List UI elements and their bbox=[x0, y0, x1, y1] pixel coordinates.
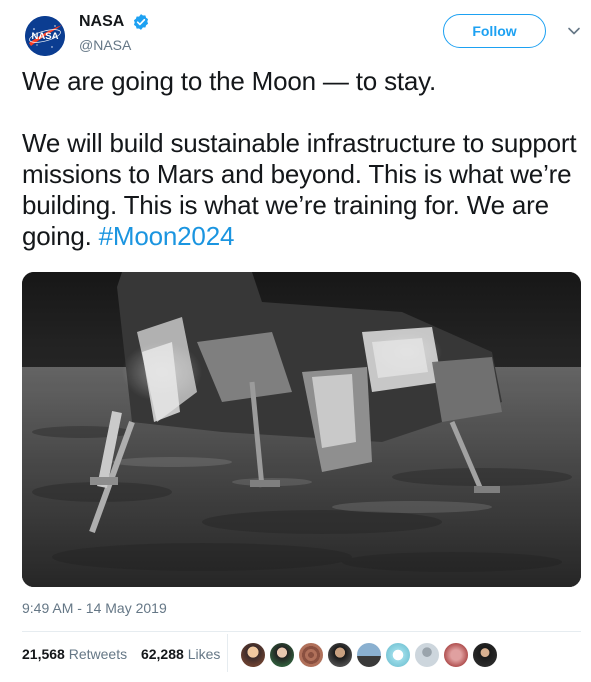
liker-avatar[interactable] bbox=[240, 642, 266, 668]
likes-label: Likes bbox=[187, 646, 221, 662]
liker-avatar[interactable] bbox=[385, 642, 411, 668]
retweets-count: 21,568 bbox=[22, 646, 65, 662]
liker-avatar[interactable] bbox=[327, 642, 353, 668]
likes-stat[interactable]: 62,288 Likes bbox=[141, 646, 220, 662]
liker-avatar[interactable] bbox=[269, 642, 295, 668]
tweet-text: We are going to the Moon — to stay. We w… bbox=[22, 66, 582, 252]
tweet-header: NASA NASA @NASA Follow bbox=[22, 12, 582, 58]
retweets-label: Retweets bbox=[68, 646, 128, 662]
follow-button[interactable]: Follow bbox=[443, 14, 546, 48]
engagement-stats: 21,568 Retweets 62,288 Likes bbox=[22, 646, 230, 662]
liker-avatar[interactable] bbox=[472, 642, 498, 668]
liker-avatar[interactable] bbox=[443, 642, 469, 668]
display-name[interactable]: NASA bbox=[79, 13, 124, 31]
user-handle[interactable]: @NASA bbox=[79, 37, 131, 53]
tweet-paragraph-2: We will build sustainable infrastructure… bbox=[22, 128, 582, 252]
nasa-avatar[interactable]: NASA bbox=[25, 16, 65, 56]
liker-avatar[interactable] bbox=[298, 642, 324, 668]
video-media[interactable] bbox=[22, 272, 581, 587]
name-row: NASA bbox=[79, 13, 150, 31]
chevron-down-icon[interactable] bbox=[567, 26, 581, 36]
likes-count: 62,288 bbox=[140, 646, 184, 662]
tweet-timestamp[interactable]: 9:49 AM - 14 May 2019 bbox=[22, 600, 167, 616]
liker-avatar[interactable] bbox=[356, 642, 382, 668]
stats-vertical-divider bbox=[227, 634, 228, 672]
retweets-stat[interactable]: 21,568 Retweets bbox=[22, 646, 127, 662]
verified-badge-icon bbox=[133, 14, 148, 30]
avatar-logo-text: NASA bbox=[32, 31, 59, 42]
moon-lander-video-frame bbox=[22, 272, 581, 587]
hashtag-link[interactable]: #Moon2024 bbox=[99, 221, 235, 251]
stats-divider-top bbox=[22, 631, 581, 632]
tweet-line-1: We are going to the Moon — to stay. bbox=[22, 66, 437, 96]
nasa-meatball-logo: NASA bbox=[25, 16, 65, 56]
default-profile-icon[interactable] bbox=[414, 642, 440, 668]
